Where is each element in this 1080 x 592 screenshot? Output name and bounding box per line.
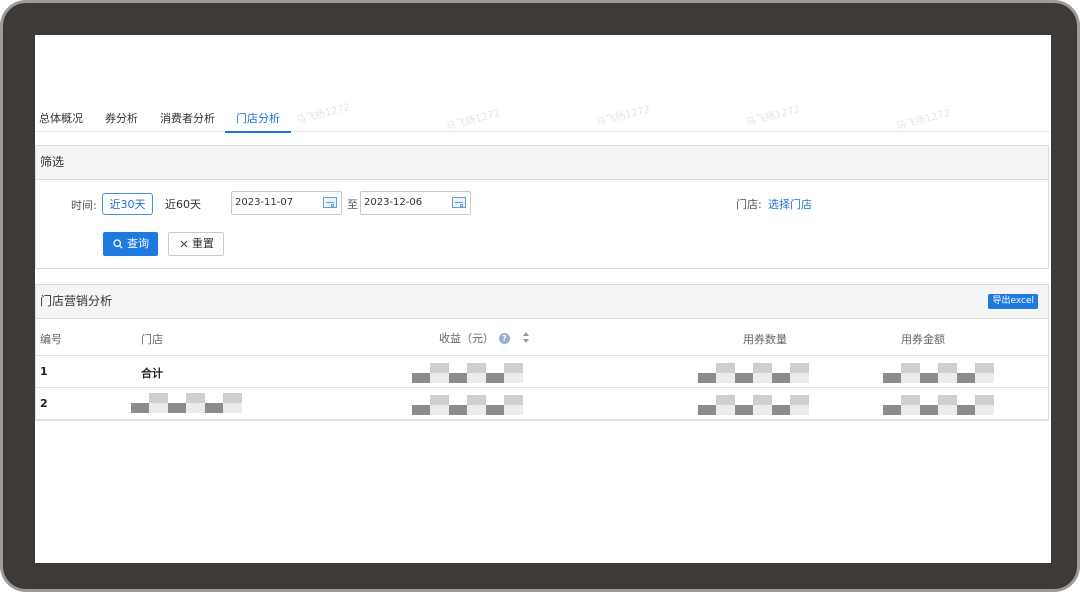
store-marketing-panel: 门店营销分析 导出excel 编号 门店 收益（元） ? 用券数量 用券金额 1…	[35, 284, 1049, 421]
sort-icon[interactable]	[523, 332, 530, 343]
table-row: 2	[36, 388, 1048, 420]
column-header-store: 门店	[141, 333, 163, 346]
calendar-icon[interactable]	[323, 197, 337, 208]
select-store-link[interactable]: 选择门店	[768, 196, 812, 212]
column-header-coupon-count: 用券数量	[743, 333, 787, 346]
row-store-total: 合计	[141, 367, 163, 380]
row-id: 1	[40, 365, 48, 378]
redacted-coupon-amount	[883, 363, 994, 383]
export-excel-button[interactable]: 导出excel	[988, 294, 1038, 309]
store-label: 门店:	[736, 198, 762, 211]
search-icon	[113, 239, 123, 249]
help-icon[interactable]: ?	[499, 333, 510, 344]
table-header: 编号 门店 收益（元） ? 用券数量 用券金额	[36, 319, 1048, 356]
filter-panel: 筛选 时间: 近30天 近60天 2023-11-07 至 2023-12-06…	[35, 145, 1049, 269]
tab-overview[interactable]: 总体概况	[39, 110, 83, 131]
app-screen: 马飞扬1272 马飞扬1272 马飞扬1272 马飞扬1272 马飞扬1272 …	[35, 35, 1051, 563]
end-date-value: 2023-12-06	[364, 197, 423, 208]
redacted-coupon-amount	[883, 395, 994, 415]
time-label: 时间:	[71, 199, 97, 212]
analysis-tabs: 总体概况 券分析 消费者分析 门店分析	[35, 106, 1051, 133]
tab-coupon-analysis[interactable]: 券分析	[105, 110, 138, 131]
redacted-revenue	[412, 395, 523, 415]
query-button-label: 查询	[127, 237, 149, 250]
range-60-days-button[interactable]: 近60天	[162, 194, 204, 216]
tab-store-analysis[interactable]: 门店分析	[225, 110, 291, 133]
redacted-coupon-count	[698, 395, 809, 415]
reset-button-label: 重置	[192, 237, 214, 250]
store-marketing-title-text: 门店营销分析	[40, 294, 113, 308]
filter-panel-title: 筛选	[36, 146, 1048, 180]
column-header-revenue[interactable]: 收益（元）	[439, 330, 494, 346]
close-icon	[180, 240, 188, 248]
column-header-id: 编号	[40, 333, 62, 346]
query-button[interactable]: 查询	[103, 232, 158, 256]
column-header-coupon-amount: 用券金额	[901, 333, 945, 346]
device-frame: 马飞扬1272 马飞扬1272 马飞扬1272 马飞扬1272 马飞扬1272 …	[0, 0, 1080, 592]
calendar-icon[interactable]	[452, 197, 466, 208]
start-date-input[interactable]: 2023-11-07	[231, 191, 342, 215]
start-date-value: 2023-11-07	[235, 197, 294, 208]
row-id: 2	[40, 397, 48, 410]
redacted-store-name	[131, 393, 242, 413]
redacted-coupon-count	[698, 363, 809, 383]
range-30-days-button[interactable]: 近30天	[102, 193, 153, 215]
redacted-revenue	[412, 363, 523, 383]
date-to-label: 至	[347, 198, 358, 211]
reset-button[interactable]: 重置	[168, 232, 224, 256]
store-marketing-title: 门店营销分析 导出excel	[36, 285, 1048, 319]
table-row: 1 合计	[36, 356, 1048, 388]
tab-consumer-analysis[interactable]: 消费者分析	[160, 110, 215, 131]
end-date-input[interactable]: 2023-12-06	[360, 191, 471, 215]
